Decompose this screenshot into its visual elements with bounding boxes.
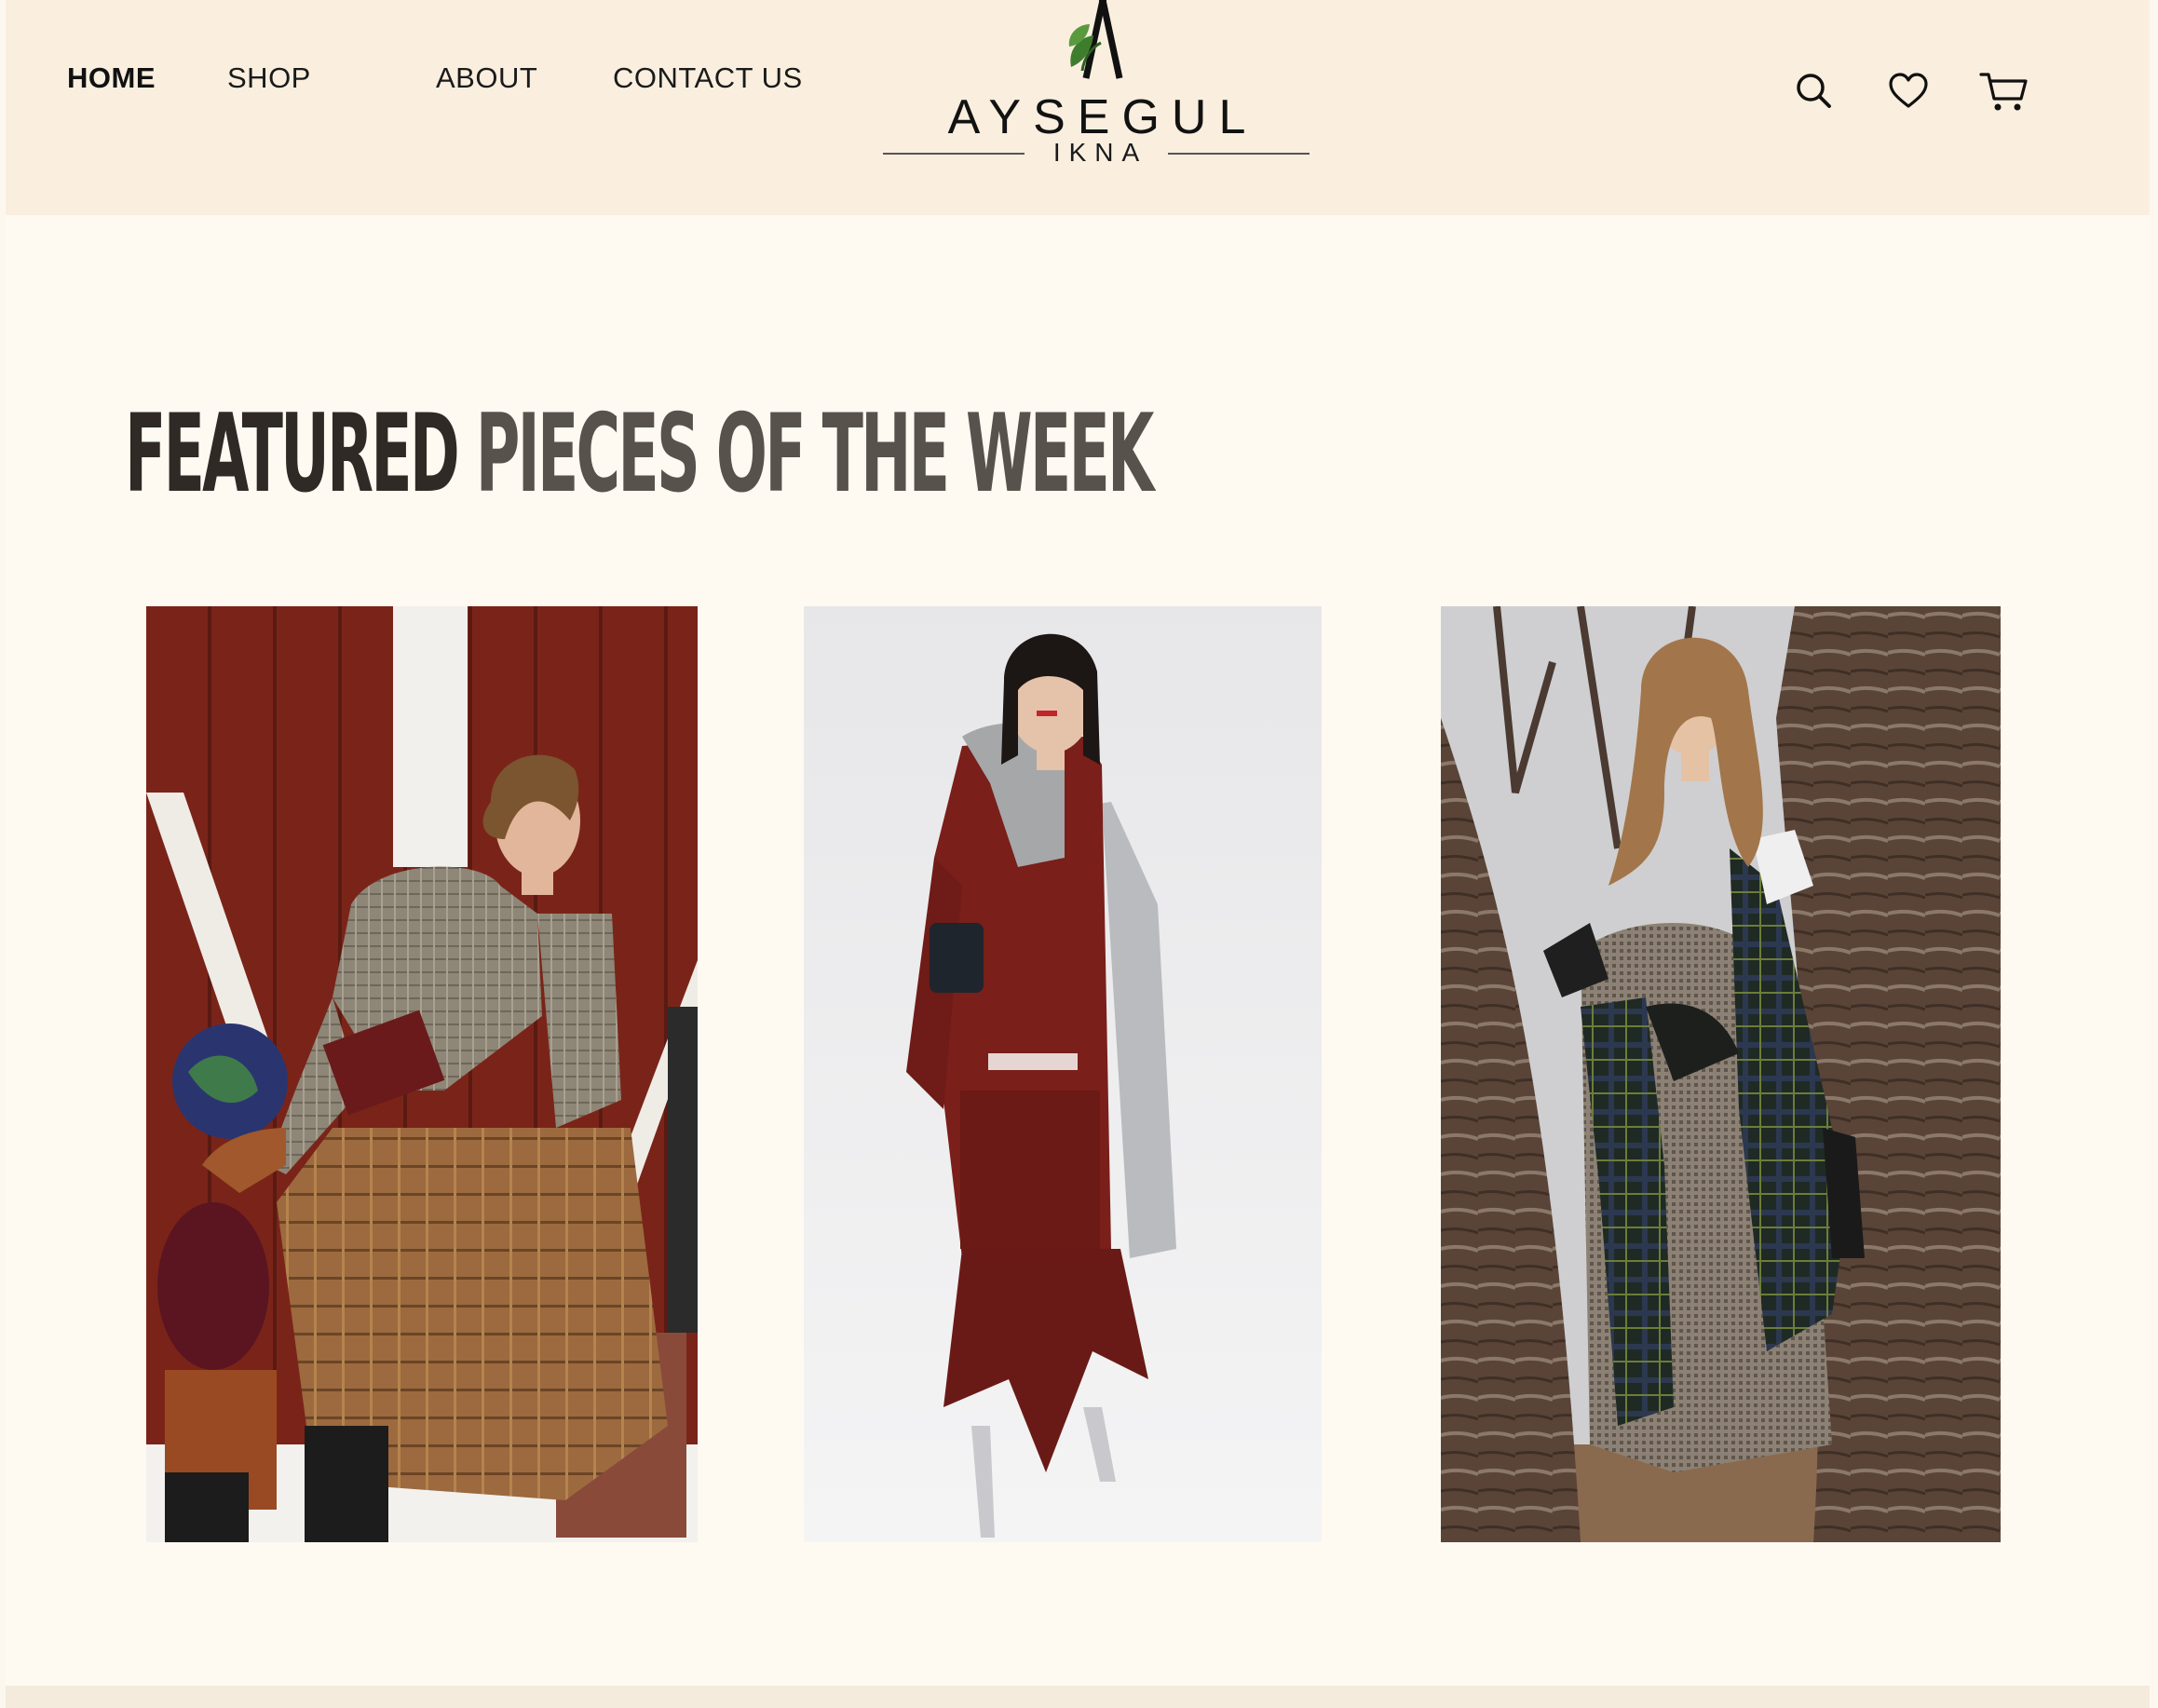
nav-contact-us[interactable]: CONTACT US [613, 61, 803, 95]
nav-home[interactable]: HOME [67, 61, 156, 95]
brand-name: AYSEGUL [947, 90, 1258, 144]
logo-leaf-icon [1068, 0, 1123, 79]
site-header: HOME SHOP ABOUT CONTACT US AYSEGUL IKNA [6, 0, 2150, 215]
product-image [146, 606, 698, 1542]
featured-gallery [6, 606, 2150, 1542]
product-card-burgundy-coat[interactable] [804, 606, 1322, 1542]
brand-subname: IKNA [1052, 138, 1148, 167]
brand-sub-row: IKNA [877, 138, 1311, 169]
nav-shop[interactable]: SHOP [227, 61, 311, 95]
featured-title-bold: FEATURED [125, 391, 460, 517]
cart-icon[interactable] [1978, 69, 2030, 115]
product-image [1441, 606, 2001, 1542]
brand-logo[interactable]: AYSEGUL IKNA [877, 0, 1311, 177]
product-image [804, 606, 1322, 1542]
logo-divider-left [883, 153, 1025, 155]
logo-divider-right [1168, 153, 1310, 155]
featured-title: FEATURED PIECES OF THE WEEK [125, 389, 1155, 520]
search-icon[interactable] [1792, 69, 1839, 115]
footer-edge [6, 1686, 2150, 1708]
page: HOME SHOP ABOUT CONTACT US AYSEGUL IKNA [6, 0, 2150, 1708]
featured-title-light: PIECES OF THE WEEK [475, 391, 1155, 517]
heart-icon[interactable] [1885, 69, 1932, 115]
nav-about[interactable]: ABOUT [436, 61, 537, 95]
product-card-plaid-dress[interactable] [146, 606, 698, 1542]
product-card-tartan-coat[interactable] [1441, 606, 2001, 1542]
